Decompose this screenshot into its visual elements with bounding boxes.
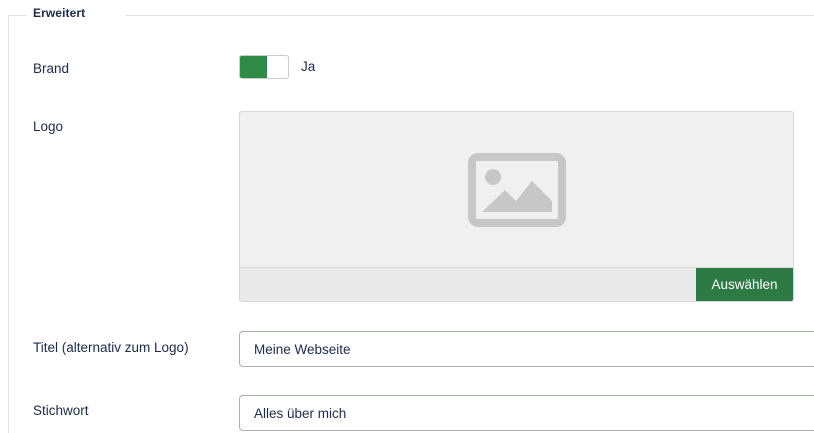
brand-toggle[interactable] bbox=[239, 55, 289, 79]
fieldset-border-top-left bbox=[8, 15, 27, 16]
keyword-label: Stichwort bbox=[33, 403, 89, 418]
select-logo-button[interactable]: Auswählen bbox=[696, 268, 793, 301]
fieldset-border-left bbox=[8, 15, 9, 433]
keyword-input[interactable] bbox=[239, 395, 814, 431]
brand-toggle-on-indicator bbox=[240, 56, 267, 78]
brand-toggle-state: Ja bbox=[301, 59, 316, 74]
advanced-settings-fieldset: Erweitert Brand Ja Logo Auswählen Titel … bbox=[0, 0, 814, 433]
logo-path-field[interactable] bbox=[240, 268, 696, 301]
site-title-label: Titel (alternativ zum Logo) bbox=[33, 340, 189, 355]
logo-media-field: Auswählen bbox=[239, 111, 794, 302]
image-placeholder-icon bbox=[468, 153, 566, 227]
site-title-input[interactable] bbox=[239, 331, 814, 367]
logo-media-bar: Auswählen bbox=[240, 267, 793, 301]
logo-preview bbox=[240, 112, 793, 267]
brand-label: Brand bbox=[33, 61, 70, 76]
logo-label: Logo bbox=[33, 119, 64, 134]
fieldset-legend: Erweitert bbox=[33, 6, 86, 20]
fieldset-border-top-right bbox=[125, 15, 814, 16]
